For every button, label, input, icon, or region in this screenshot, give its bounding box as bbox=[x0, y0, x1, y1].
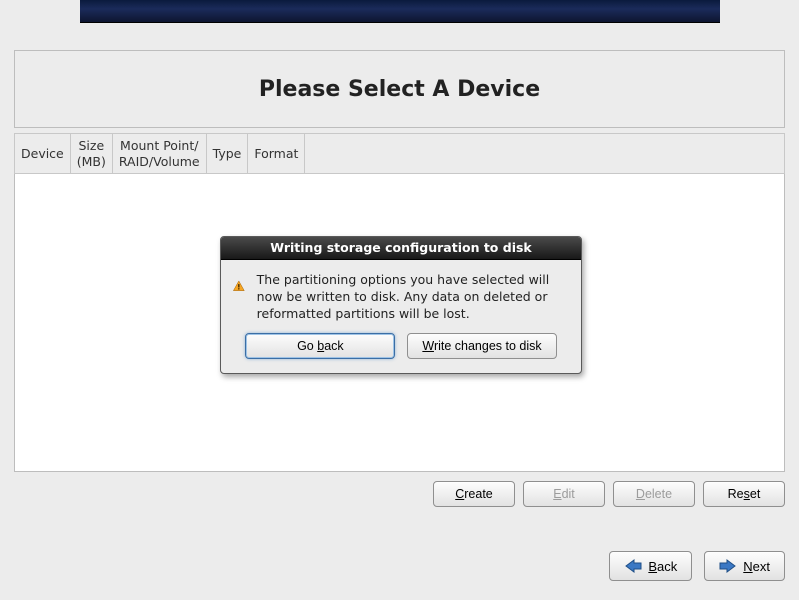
partition-actions: Create Edit Delete Reset bbox=[14, 481, 785, 507]
title-panel: Please Select A Device bbox=[14, 50, 785, 128]
delete-button: Delete bbox=[613, 481, 695, 507]
create-button[interactable]: Create bbox=[433, 481, 515, 507]
arrow-left-icon bbox=[624, 558, 642, 574]
warning-icon bbox=[233, 272, 245, 300]
btn-label: rite changes to disk bbox=[434, 339, 542, 353]
col-format[interactable]: Format bbox=[248, 134, 305, 174]
arrow-right-icon bbox=[719, 558, 737, 574]
go-back-button[interactable]: Go back bbox=[245, 333, 395, 359]
btn-label: elete bbox=[645, 487, 672, 501]
col-mount[interactable]: Mount Point/ RAID/Volume bbox=[112, 134, 206, 174]
page-title: Please Select A Device bbox=[259, 77, 540, 102]
col-device[interactable]: Device bbox=[15, 134, 71, 174]
btn-label: ext bbox=[753, 559, 770, 574]
header-banner bbox=[80, 0, 720, 23]
col-spacer bbox=[305, 134, 785, 174]
col-size[interactable]: Size (MB) bbox=[70, 134, 112, 174]
reset-button[interactable]: Reset bbox=[703, 481, 785, 507]
btn-label: ack bbox=[324, 339, 343, 353]
back-button[interactable]: Back bbox=[609, 551, 692, 581]
btn-label: reate bbox=[464, 487, 493, 501]
dialog-title: Writing storage configuration to disk bbox=[221, 237, 581, 260]
edit-button: Edit bbox=[523, 481, 605, 507]
dialog-actions: Go back Write changes to disk bbox=[221, 333, 581, 373]
btn-label: et bbox=[750, 487, 760, 501]
btn-label: dit bbox=[562, 487, 575, 501]
next-button[interactable]: Next bbox=[704, 551, 785, 581]
write-storage-dialog: Writing storage configuration to disk Th… bbox=[220, 236, 582, 374]
device-table-header: Device Size (MB) Mount Point/ RAID/Volum… bbox=[14, 133, 785, 174]
dialog-message: The partitioning options you have select… bbox=[257, 272, 569, 323]
btn-label: ack bbox=[657, 559, 677, 574]
wizard-nav: Back Next bbox=[14, 551, 785, 581]
write-changes-button[interactable]: Write changes to disk bbox=[407, 333, 556, 359]
col-type[interactable]: Type bbox=[206, 134, 248, 174]
